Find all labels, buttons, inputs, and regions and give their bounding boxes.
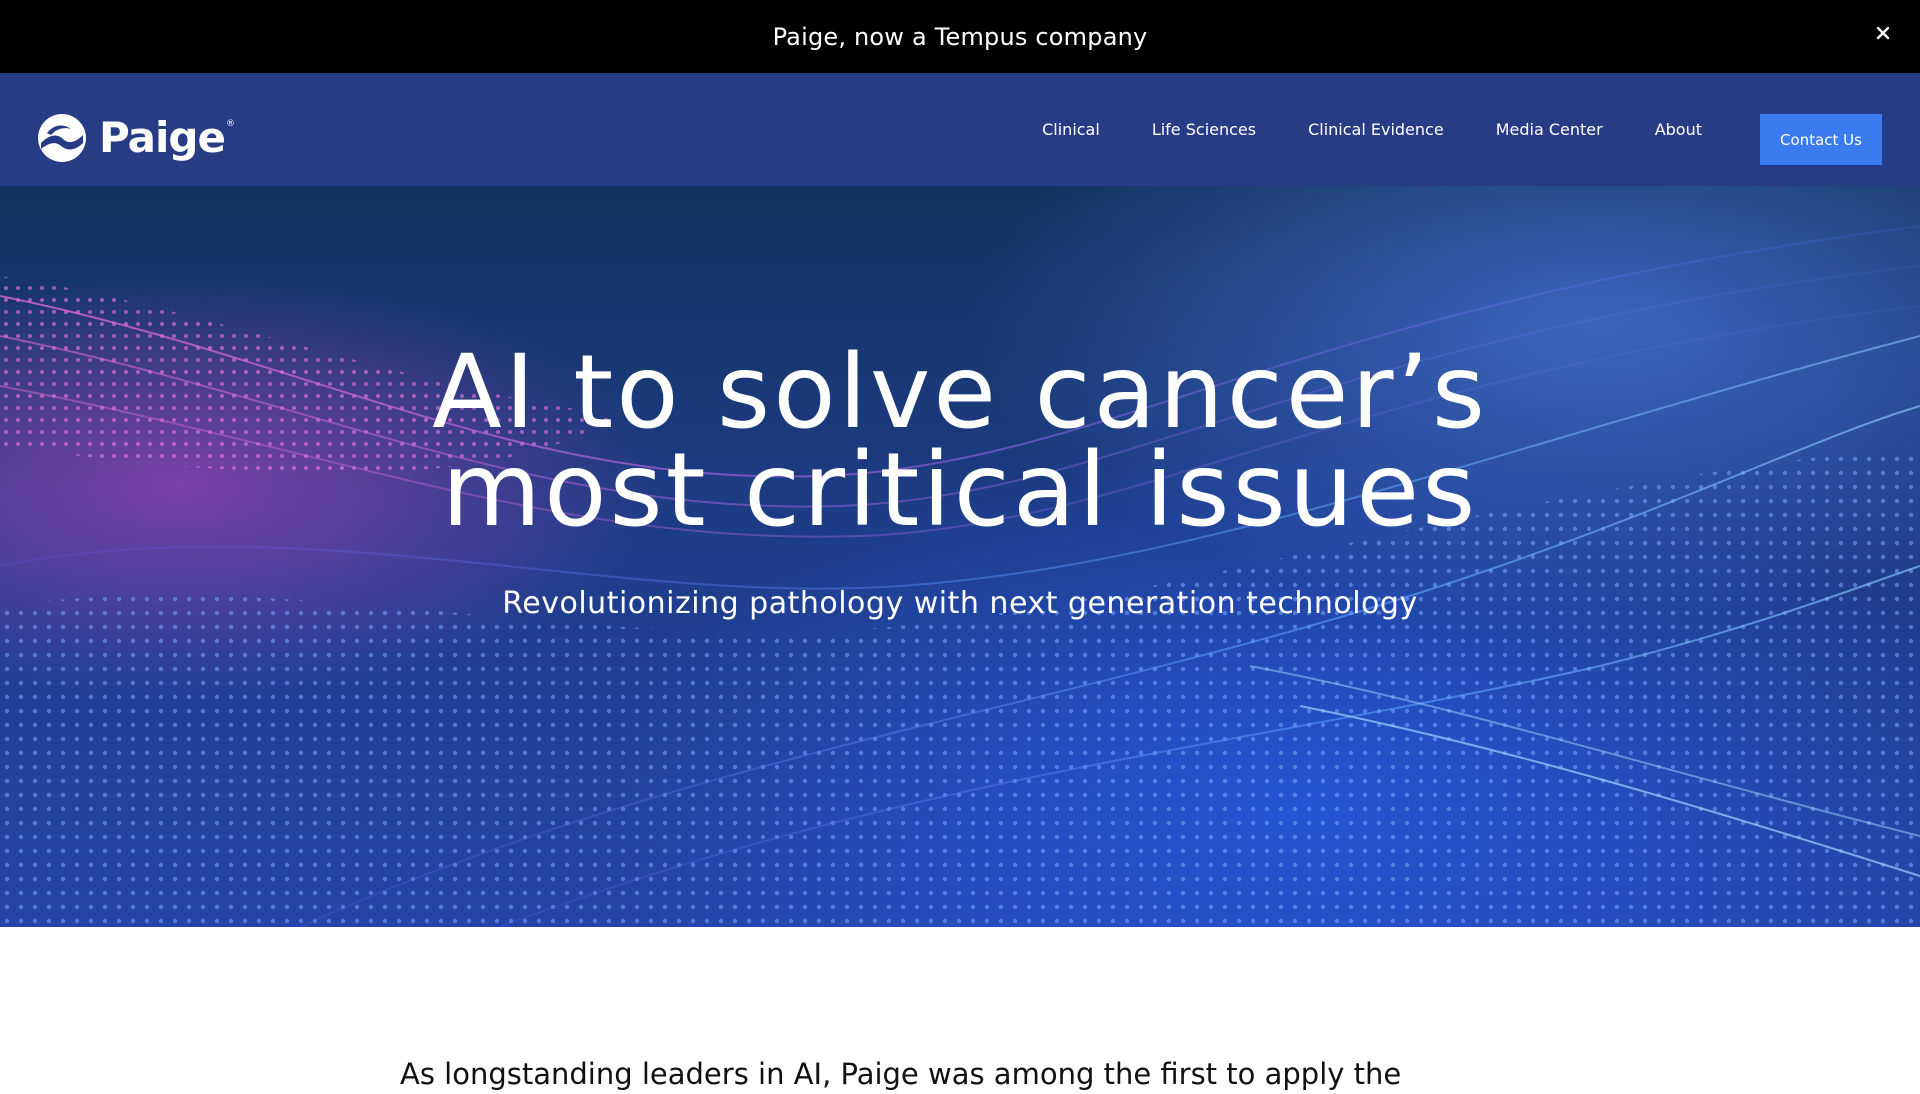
nav-item-life-sciences[interactable]: Life Sciences (1152, 120, 1256, 139)
hero-background-waves (0, 225, 1920, 927)
hero-title-line-2: most critical issues (441, 431, 1479, 550)
intro-paragraph: As longstanding leaders in AI, Paige was… (400, 1057, 1402, 1091)
logo-wordmark: Paige (99, 113, 226, 162)
announcement-bar: Paige, now a Tempus company (0, 0, 1920, 73)
paige-logo-icon (38, 114, 86, 162)
hero-subtitle: Revolutionizing pathology with next gene… (502, 586, 1418, 621)
nav-item-clinical[interactable]: Clinical (1042, 120, 1100, 139)
nav-item-about[interactable]: About (1655, 120, 1702, 139)
hero-section: AI to solve cancer’s most critical issue… (0, 186, 1920, 927)
announcement-text: Paige, now a Tempus company (772, 22, 1148, 51)
close-announcement-button[interactable] (1868, 18, 1898, 48)
contact-us-button[interactable]: Contact Us (1760, 114, 1882, 165)
hero-title: AI to solve cancer’s most critical issue… (0, 342, 1920, 542)
logo-link[interactable]: Paige ® (37, 113, 235, 163)
main-nav: Clinical Life Sciences Clinical Evidence… (990, 73, 1702, 186)
site-header: Paige ® Clinical Life Sciences Clinical … (0, 73, 1920, 186)
nav-item-clinical-evidence[interactable]: Clinical Evidence (1308, 120, 1444, 139)
nav-item-media-center[interactable]: Media Center (1496, 120, 1603, 139)
close-icon (1876, 26, 1890, 40)
logo-registered-mark: ® (225, 119, 235, 129)
